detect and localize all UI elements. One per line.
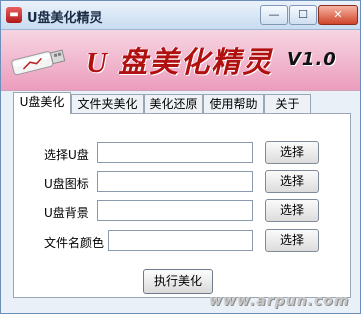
filename-color-field[interactable] (108, 230, 253, 251)
tab-u-disk-beautify[interactable]: U盘美化 (13, 92, 71, 114)
select-background-button[interactable]: 选择 (265, 199, 319, 222)
version-label: V1.0 (287, 49, 337, 70)
header-banner: U 盘美化精灵 V1.0 (1, 30, 360, 91)
app-icon: ▬ (6, 7, 22, 23)
udisk-background-label: U盘背景 (44, 206, 89, 220)
run-beautify-button[interactable]: 执行美化 (143, 269, 213, 294)
select-udisk-button[interactable]: 选择 (265, 141, 319, 164)
udisk-icon-label: U盘图标 (44, 177, 89, 191)
title-bar[interactable]: ▬ U盘美化精灵 — ☐ ✕ (1, 1, 360, 30)
filename-color-label: 文件名颜色 (44, 236, 105, 250)
udisk-icon-field[interactable] (97, 171, 253, 192)
tab-help[interactable]: 使用帮助 (203, 94, 264, 113)
select-icon-button[interactable]: 选择 (265, 170, 319, 193)
app-window: ▬ U盘美化精灵 — ☐ ✕ U 盘美化精灵 V1.0 U盘美化 文件夹美化 美… (0, 0, 361, 314)
site-watermark: www.arpun.com (209, 293, 350, 309)
select-color-button[interactable]: 选择 (265, 229, 319, 252)
close-button[interactable]: ✕ (318, 5, 358, 25)
udisk-background-field[interactable] (97, 200, 253, 221)
tab-restore[interactable]: 美化还原 (144, 94, 203, 113)
banner-title: U 盘美化精灵 (86, 47, 274, 79)
select-udisk-label: 选择U盘 (44, 148, 89, 162)
tab-folder-beautify[interactable]: 文件夹美化 (71, 94, 144, 113)
minimize-button[interactable]: — (260, 5, 288, 25)
maximize-button[interactable]: ☐ (289, 5, 317, 25)
tab-panel: 选择U盘 选择 U盘图标 选择 U盘背景 选择 文件名颜色 选择 执行美化 (13, 113, 351, 298)
window-title: U盘美化精灵 (27, 11, 103, 26)
tab-about[interactable]: 关于 (264, 94, 311, 113)
usb-drive-icon (11, 49, 66, 76)
udisk-field[interactable] (97, 142, 253, 163)
